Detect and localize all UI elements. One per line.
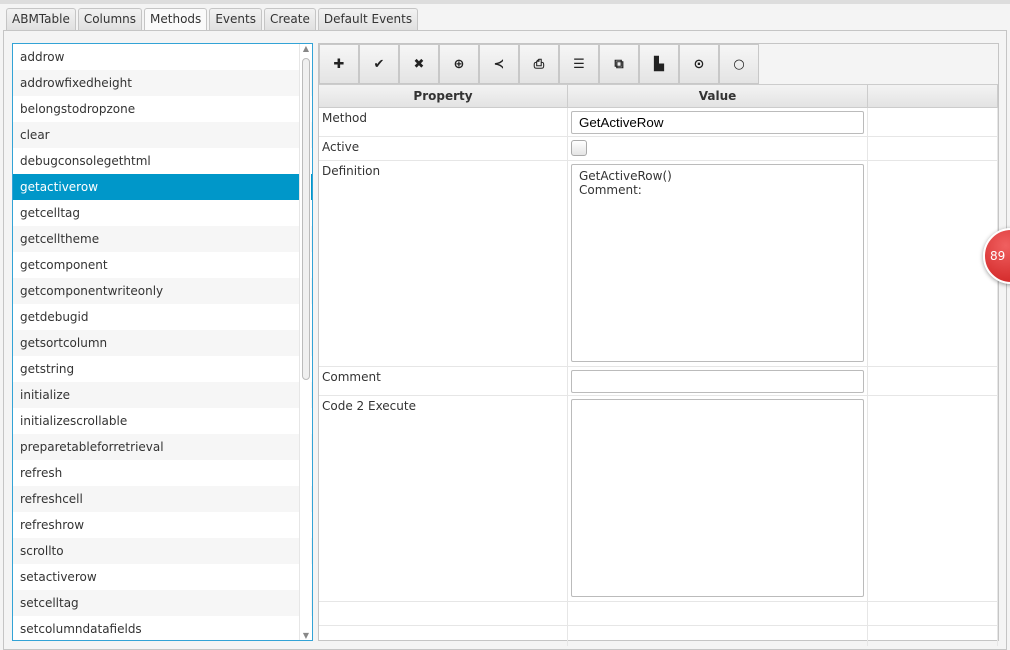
list-item[interactable]: refreshrow: [13, 512, 312, 538]
property-editor: ✚ ✔ ✖ ⊕ ≺ ⎙ ☰ ⧉ ▙ ⊙ ○ Property Value Method Active…: [318, 43, 999, 646]
list-item[interactable]: preparetableforretrieval: [13, 434, 312, 460]
print-icon: ⎙: [533, 56, 545, 72]
list-item[interactable]: setactiverow: [13, 564, 312, 590]
active-checkbox[interactable]: [571, 140, 587, 156]
header-extra: [868, 85, 998, 107]
list-item[interactable]: getcelltag: [13, 200, 312, 226]
circle-icon: ○: [733, 56, 745, 72]
dot-circle-icon: ⊙: [693, 56, 705, 72]
copy-icon: ⧉: [614, 56, 624, 72]
list-item[interactable]: initialize: [13, 382, 312, 408]
tab-create[interactable]: Create: [263, 8, 316, 30]
definition-textarea[interactable]: GetActiveRow() Comment:: [571, 164, 864, 362]
list-item[interactable]: getcomponent: [13, 252, 312, 278]
scrollbar[interactable]: ▲ ▼: [299, 44, 311, 640]
tab-abmtable[interactable]: ABMTable: [6, 8, 76, 30]
copy-button[interactable]: ⧉: [599, 44, 639, 84]
row-code: Code 2 Execute: [319, 396, 998, 602]
row-definition: Definition GetActiveRow() Comment:: [319, 161, 998, 367]
method-input[interactable]: [571, 111, 864, 134]
circle-button[interactable]: ○: [719, 44, 759, 84]
list-icon: ☰: [573, 56, 585, 72]
scrollbar-thumb[interactable]: [302, 58, 310, 380]
toolbar: ✚ ✔ ✖ ⊕ ≺ ⎙ ☰ ⧉ ▙ ⊙ ○: [319, 44, 998, 84]
list-item[interactable]: getstring: [13, 356, 312, 382]
list-button[interactable]: ☰: [559, 44, 599, 84]
comment-input[interactable]: [571, 370, 864, 393]
header-property: Property: [319, 85, 568, 107]
tab-events[interactable]: Events: [209, 8, 262, 30]
property-grid: Property Value Method Active Definition …: [319, 84, 998, 646]
list-item[interactable]: getactiverow: [13, 174, 312, 200]
top-bar: [0, 0, 1010, 4]
row-empty: [319, 626, 998, 646]
times-button[interactable]: ✖: [399, 44, 439, 84]
comment-label: Comment: [319, 367, 568, 395]
list-item[interactable]: setcelltag: [13, 590, 312, 616]
code-textarea[interactable]: [571, 399, 864, 597]
active-label: Active: [319, 137, 568, 160]
share-button[interactable]: ≺: [479, 44, 519, 84]
check-button[interactable]: ✔: [359, 44, 399, 84]
check-icon: ✔: [373, 56, 385, 72]
scroll-down-icon[interactable]: ▼: [300, 631, 312, 640]
row-comment: Comment: [319, 367, 998, 396]
plus-button[interactable]: ✚: [319, 44, 359, 84]
list-item[interactable]: refreshcell: [13, 486, 312, 512]
definition-label: Definition: [319, 161, 568, 366]
list-item[interactable]: addrowfixedheight: [13, 70, 312, 96]
list-item[interactable]: belongstodropzone: [13, 96, 312, 122]
list-item[interactable]: getsortcolumn: [13, 330, 312, 356]
list-item[interactable]: initializescrollable: [13, 408, 312, 434]
list-item[interactable]: scrollto: [13, 538, 312, 564]
tab-bar: ABMTable Columns Methods Events Create Defaul…: [6, 8, 419, 31]
list-item[interactable]: getcomponentwriteonly: [13, 278, 312, 304]
list-item[interactable]: getdebugid: [13, 304, 312, 330]
plus-circle-icon: ⊕: [453, 56, 465, 72]
methods-list[interactable]: addrow addrowfixedheight belongstodropzone…: [12, 43, 313, 641]
method-label: Method: [319, 108, 568, 136]
list-item[interactable]: clear: [13, 122, 312, 148]
paste-button[interactable]: ▙: [639, 44, 679, 84]
dot-circle-button[interactable]: ⊙: [679, 44, 719, 84]
code-label: Code 2 Execute: [319, 396, 568, 601]
times-icon: ✖: [413, 56, 425, 72]
list-item[interactable]: debugconsolegethtml: [13, 148, 312, 174]
list-item[interactable]: addrow: [13, 44, 312, 70]
print-button[interactable]: ⎙: [519, 44, 559, 84]
share-icon: ≺: [493, 56, 505, 72]
tab-default-events[interactable]: Default Events: [317, 8, 419, 30]
plus-icon: ✚: [333, 56, 345, 72]
paste-icon: ▙: [654, 56, 664, 72]
plus-circle-button[interactable]: ⊕: [439, 44, 479, 84]
tab-methods[interactable]: Methods: [144, 8, 208, 31]
row-active: Active: [319, 137, 998, 161]
list-item[interactable]: refresh: [13, 460, 312, 486]
tab-columns[interactable]: Columns: [77, 8, 143, 30]
header-value: Value: [568, 85, 868, 107]
row-method: Method: [319, 108, 998, 137]
scroll-up-icon[interactable]: ▲: [300, 44, 312, 53]
list-item[interactable]: getcelltheme: [13, 226, 312, 252]
list-item[interactable]: setcolumndatafields: [13, 616, 312, 640]
row-empty: [319, 602, 998, 626]
